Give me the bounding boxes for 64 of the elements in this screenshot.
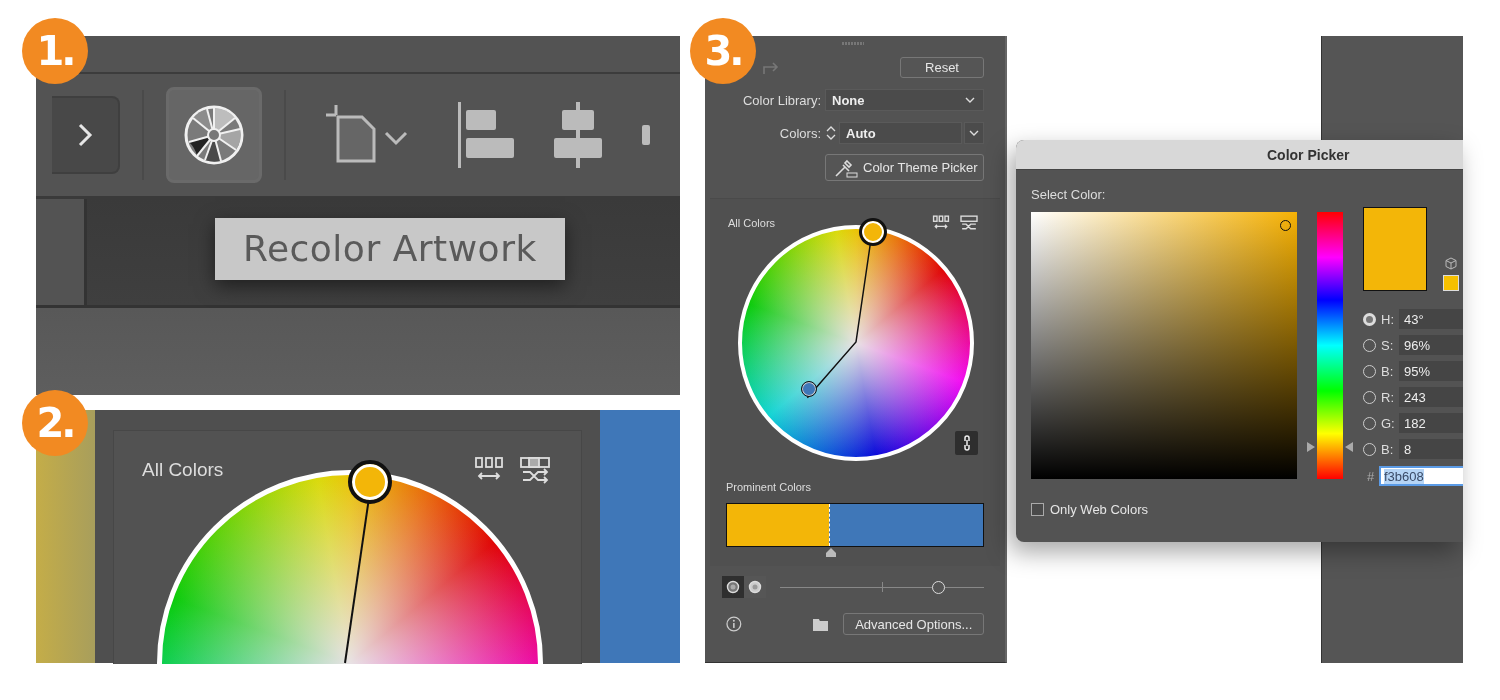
dropdown-button[interactable] [964,122,984,144]
checkbox[interactable] [1031,503,1044,516]
stepper-icon[interactable] [825,124,837,142]
color-wheel-icon [183,104,245,166]
step-badge: 2. [22,390,88,456]
align-left-icon[interactable] [458,102,514,168]
number-field[interactable]: 43° [1399,309,1463,329]
wheel-handle[interactable] [348,460,392,504]
chevron-down-icon [965,97,975,103]
divider-handle[interactable] [824,548,837,557]
wheel-label: All Colors [142,459,224,481]
view-mode-button[interactable] [722,576,744,598]
section-label: Prominent Colors [725,481,812,493]
folder-icon[interactable] [812,617,829,631]
chevron-down-icon [969,130,979,136]
chevron-right-icon [77,122,93,148]
step-badge: 1. [22,18,88,84]
cube-icon[interactable] [1445,257,1457,270]
hex-label: # [1367,468,1376,484]
field-label: R: [1381,389,1395,405]
web-color-swatch[interactable] [1443,275,1459,291]
number-field[interactable]: 243 [1399,387,1463,407]
recolor-button[interactable] [166,87,262,183]
number-field[interactable]: 96% [1399,335,1463,355]
slider-thumb[interactable] [932,580,946,594]
link-button[interactable] [955,431,978,455]
shuffle-colors-icon[interactable] [960,215,978,231]
field-label: B: [1381,441,1395,457]
ring-icon [726,580,740,594]
color-theme-picker-button[interactable]: Color Theme Picker [825,154,984,181]
saturation-brightness-field[interactable] [1031,212,1297,479]
field-label: Colors: [779,125,821,141]
number-field[interactable]: 95% [1399,361,1463,381]
color-library-dropdown[interactable]: None [825,89,984,111]
number-field[interactable]: 182 [1399,413,1463,433]
step-badge: 3. [690,18,756,84]
field-label: B: [1381,363,1395,379]
info-icon[interactable] [726,616,742,632]
shuffle-colors-icon[interactable] [520,456,550,484]
eyedropper-icon [834,157,858,178]
advanced-options-button[interactable]: Advanced Options... [843,613,984,635]
hue-marker[interactable] [1307,441,1353,452]
align-center-icon[interactable] [554,102,602,168]
field-label: H: [1381,311,1395,327]
checkbox-label: Only Web Colors [1050,502,1148,517]
panel-grip[interactable] [842,42,864,45]
soft-dot-icon [748,580,762,594]
field-label: Color Library: [742,92,821,108]
color-segment[interactable] [727,504,829,546]
wheel-label: All Colors [728,217,776,229]
reset-button[interactable]: Reset [900,57,984,78]
color-segment[interactable] [829,504,983,546]
field-label: G: [1381,415,1396,431]
dialog-title: Color Picker [1267,146,1350,163]
number-field[interactable]: 8 [1399,439,1463,459]
colors-field[interactable]: Auto [839,122,962,144]
radio-button[interactable] [1363,312,1376,326]
select-color-label: Select Color: [1031,187,1107,202]
hex-field[interactable]: f3b608 [1379,466,1463,486]
link-icon [961,435,972,451]
field-label: S: [1381,337,1395,353]
tooltip: Recolor Artwork [215,218,565,280]
wheel-handle[interactable] [859,218,887,246]
arrange-colors-icon[interactable] [932,215,950,231]
